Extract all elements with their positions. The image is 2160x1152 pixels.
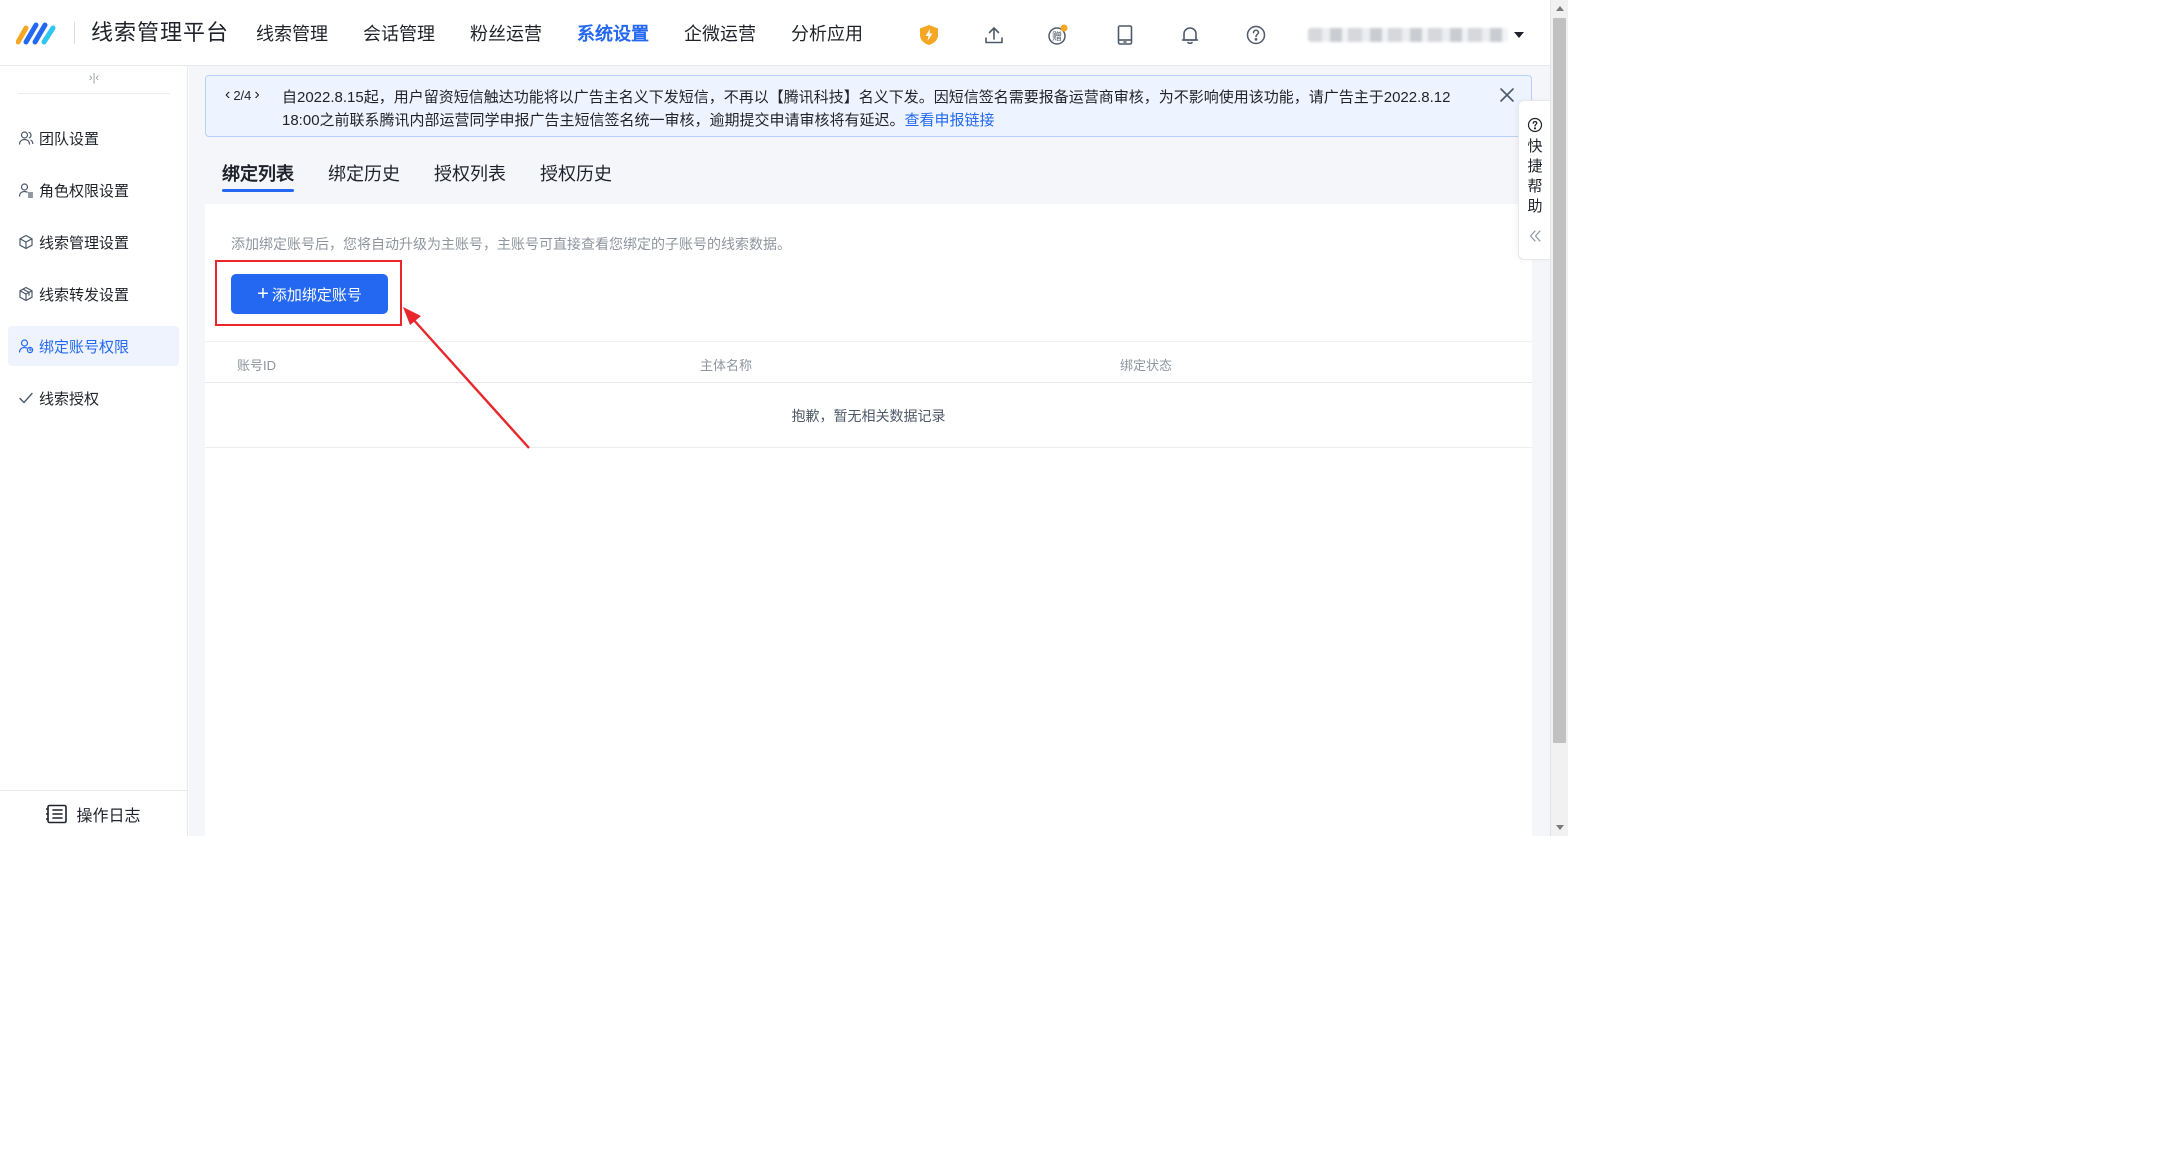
top-header: 线索管理平台 线索管理 会话管理 粉丝运营 系统设置 企微运营 分析应用 赠 <box>0 0 1550 66</box>
plus-icon: + <box>257 283 269 305</box>
tab-bind-history[interactable]: 绑定历史 <box>328 162 400 192</box>
scrollbar-thumb[interactable] <box>1553 18 1566 743</box>
sidebar-item-team-settings[interactable]: 团队设置 <box>8 118 179 158</box>
shield-bolt-icon[interactable] <box>918 24 940 46</box>
upload-icon[interactable] <box>983 24 1005 46</box>
brand-logo-icon <box>16 22 56 45</box>
notice-prev-icon[interactable]: ‹ <box>222 86 233 104</box>
double-chevron-left-icon[interactable] <box>1528 229 1542 243</box>
app-root: 线索管理平台 线索管理 会话管理 粉丝运营 系统设置 企微运营 分析应用 赠 ›… <box>0 0 1568 836</box>
sidebar-item-lead-forwarding-settings[interactable]: 线索转发设置 <box>8 274 179 314</box>
notice-apply-link[interactable]: 查看申报链接 <box>905 112 995 129</box>
bind-hint-text: 添加绑定账号后，您将自动升级为主账号，主账号可直接查看您绑定的子账号的线索数据。 <box>231 236 791 252</box>
nav-item-wecom-operations[interactable]: 企微运营 <box>684 0 756 66</box>
nav-item-session-management[interactable]: 会话管理 <box>363 0 435 66</box>
help-circle-icon <box>1527 117 1543 133</box>
sidebar-item-label: 线索管理设置 <box>39 234 130 252</box>
tab-bind-list[interactable]: 绑定列表 <box>222 162 294 192</box>
nav-item-fan-operations[interactable]: 粉丝运营 <box>470 0 542 66</box>
check-icon <box>18 390 34 406</box>
operation-log-button[interactable]: 操作日志 <box>0 790 187 836</box>
notice-page-indicator: 2/4 <box>233 87 252 103</box>
quick-help-label: 快捷帮助 <box>1527 138 1543 215</box>
add-bind-account-button[interactable]: + 添加绑定账号 <box>231 274 388 314</box>
sidebar-item-bind-account-permissions[interactable]: 绑定账号权限 <box>8 326 179 366</box>
tablet-icon[interactable] <box>1114 24 1136 46</box>
close-icon[interactable] <box>1496 84 1518 106</box>
column-header-entity-name: 主体名称 <box>700 358 753 373</box>
sidebar-item-role-permissions[interactable]: 角色权限设置 <box>8 170 179 210</box>
nav-item-system-settings[interactable]: 系统设置 <box>577 0 649 66</box>
logo-divider <box>74 22 75 44</box>
column-header-bind-status: 绑定状态 <box>1120 358 1173 373</box>
operation-log-label: 操作日志 <box>76 807 141 825</box>
add-bind-account-label: 添加绑定账号 <box>271 286 362 304</box>
notice-next-icon[interactable]: › <box>251 86 262 104</box>
help-icon[interactable] <box>1245 24 1267 46</box>
top-nav: 线索管理 会话管理 粉丝运营 系统设置 企微运营 分析应用 <box>256 0 898 66</box>
sidebar-collapse-icon[interactable]: ›|‹ <box>84 72 104 86</box>
tab-auth-list[interactable]: 授权列表 <box>434 162 506 192</box>
sidebar-menu: 团队设置 角色权限设置 线索管理设置 线索转发设置 绑定账号权限 线索授权 <box>8 118 179 430</box>
tab-auth-history[interactable]: 授权历史 <box>540 162 612 192</box>
table-empty-state: 抱歉，暂无相关数据记录 <box>205 383 1532 448</box>
user-name-redacted[interactable] <box>1308 28 1508 42</box>
sidebar-item-label: 绑定账号权限 <box>39 338 130 356</box>
app-title: 线索管理平台 <box>91 20 230 45</box>
bind-list-panel: 添加绑定账号后，您将自动升级为主账号，主账号可直接查看您绑定的子账号的线索数据。… <box>205 204 1532 836</box>
nav-item-analytics-apps[interactable]: 分析应用 <box>791 0 863 66</box>
page-scrollbar[interactable] <box>1550 0 1568 836</box>
column-header-account-id: 账号ID <box>237 358 277 373</box>
sidebar-item-label: 角色权限设置 <box>39 182 130 200</box>
scroll-down-icon[interactable] <box>1556 825 1564 830</box>
quick-help-tab[interactable]: 快捷帮助 <box>1518 100 1550 260</box>
sidebar-item-lead-management-settings[interactable]: 线索管理设置 <box>8 222 179 262</box>
left-sidebar: ›|‹ 团队设置 角色权限设置 线索管理设置 线索转发设置 绑定账号权限 线索授… <box>0 66 188 836</box>
sidebar-item-label: 线索转发设置 <box>39 286 130 304</box>
gift-coin-icon[interactable]: 赠 <box>1047 24 1069 46</box>
notice-banner: ‹ 2/4 › 自2022.8.15起，用户留资短信触达功能将以广告主名义下发短… <box>205 75 1532 137</box>
content-tabs: 绑定列表 绑定历史 授权列表 授权历史 <box>222 162 646 192</box>
scroll-up-icon[interactable] <box>1556 6 1564 11</box>
sidebar-item-label: 线索授权 <box>39 390 100 408</box>
role-permission-icon <box>18 182 34 198</box>
notice-pager: ‹ 2/4 › <box>222 86 263 104</box>
table-header: 账号ID 主体名称 绑定状态 <box>205 341 1532 383</box>
sidebar-divider <box>18 93 170 94</box>
caret-down-icon[interactable] <box>1513 30 1525 40</box>
log-list-icon <box>46 804 68 823</box>
main-content: ‹ 2/4 › 自2022.8.15起，用户留资短信触达功能将以广告主名义下发短… <box>189 66 1550 836</box>
notice-message: 自2022.8.15起，用户留资短信触达功能将以广告主名义下发短信，不再以【腾讯… <box>282 86 1472 132</box>
notice-message-text: 自2022.8.15起，用户留资短信触达功能将以广告主名义下发短信，不再以【腾讯… <box>282 89 1451 129</box>
nav-item-lead-management[interactable]: 线索管理 <box>256 0 328 66</box>
cube-icon <box>18 234 34 250</box>
svg-text:赠: 赠 <box>1052 30 1062 43</box>
sidebar-item-lead-authorization[interactable]: 线索授权 <box>8 378 179 418</box>
cubes-icon <box>18 286 34 302</box>
sidebar-item-label: 团队设置 <box>39 130 100 148</box>
bell-icon[interactable] <box>1179 24 1201 46</box>
team-icon <box>18 130 34 146</box>
account-bind-icon <box>18 338 34 354</box>
